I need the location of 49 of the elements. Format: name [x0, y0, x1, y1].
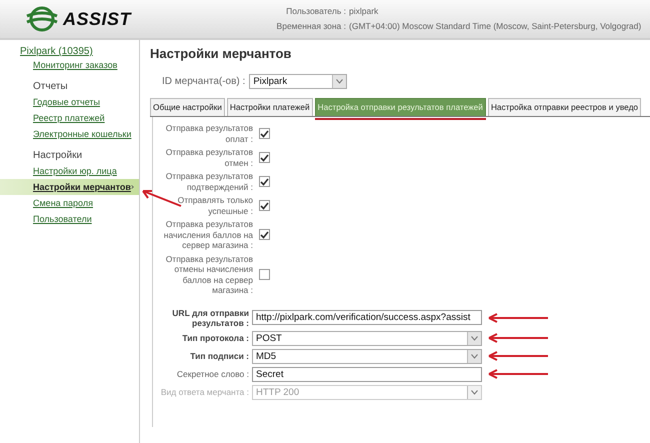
caret-icon [336, 78, 344, 84]
checkbox[interactable] [259, 176, 270, 187]
sidebar-item[interactable]: Годовые отчеты [0, 94, 139, 110]
checkbox[interactable] [259, 229, 270, 240]
user-label: Пользователь : [285, 5, 346, 18]
checkbox[interactable] [259, 152, 270, 163]
checkbox-label: Отправка результатов оплат : [164, 123, 253, 144]
user-name: pixlpark [349, 5, 378, 18]
merchant-label: ID мерчанта(-ов) : [162, 76, 246, 86]
checkbox[interactable] [259, 128, 270, 139]
checkbox-label: Отправлять только успешные : [176, 195, 253, 216]
sidebar-item[interactable]: Реестр платежей [0, 110, 139, 126]
logo-text: ASSIST [63, 8, 132, 30]
checkbox-label: Отправка результатов подтверждений : [164, 171, 253, 192]
sidebar-item[interactable]: Пользователи [0, 211, 139, 227]
page-title: Настройки мерчантов [150, 46, 292, 63]
logo-icon [25, 6, 59, 32]
tab[interactable]: Общие настройки [150, 98, 225, 116]
caret-icon [471, 336, 478, 340]
caret-icon [471, 390, 478, 394]
checkbox-label: Отправка результатов отмен : [164, 147, 253, 168]
sidebar-group-title: Настройки [33, 150, 84, 161]
checkbox-label: Отправка результатов отмены начисления баллов на сервер магазина : [164, 254, 253, 296]
chevron-icon [130, 183, 134, 191]
tab[interactable]: Настройка отправки реестров и уведо [488, 98, 642, 116]
sidebar-item[interactable]: Настройки мерчантов [0, 179, 139, 195]
field-label: Тип подписи : [189, 351, 249, 361]
checkbox-label: Отправка результатов начисления баллов на сервер магазина : [162, 219, 253, 250]
text-field[interactable]: http://pixlpark.com/verification/success.aspx?assist [252, 310, 482, 325]
text-field[interactable]: Secret [252, 366, 482, 382]
field-label: Тип протокола : [181, 333, 249, 343]
sidebar-item[interactable]: Смена пароля [0, 195, 139, 211]
timezone-label: Временная зона : [276, 20, 346, 33]
caret-icon [471, 354, 478, 358]
account-link[interactable]: Pixlpark (10395) [20, 46, 93, 57]
dropdown-field[interactable]: MD5 [252, 348, 482, 364]
sidebar-item[interactable]: Настройки юр. лица [0, 163, 139, 179]
sidebar-group-title: Отчеты [33, 81, 69, 92]
field-label: Вид ответа мерчанта : [160, 387, 249, 397]
merchant-select[interactable]: Pixlpark [249, 74, 348, 88]
field-label: Секретное слово : [176, 369, 249, 379]
checkbox[interactable] [259, 269, 270, 280]
checkbox[interactable] [259, 200, 270, 211]
timezone-value: (GMT+04:00) Moscow Standard Time (Moscow, Saint-Petersburg, Volgograd) [349, 20, 642, 33]
tab[interactable]: Настройки платежей [226, 98, 313, 116]
field-label: URL для отправки результатов : [171, 308, 249, 328]
sidebar-item[interactable]: Мониторинг заказов [0, 57, 139, 73]
dropdown-field[interactable]: POST [252, 330, 482, 346]
sidebar-item[interactable]: Электронные кошельки [0, 126, 139, 142]
